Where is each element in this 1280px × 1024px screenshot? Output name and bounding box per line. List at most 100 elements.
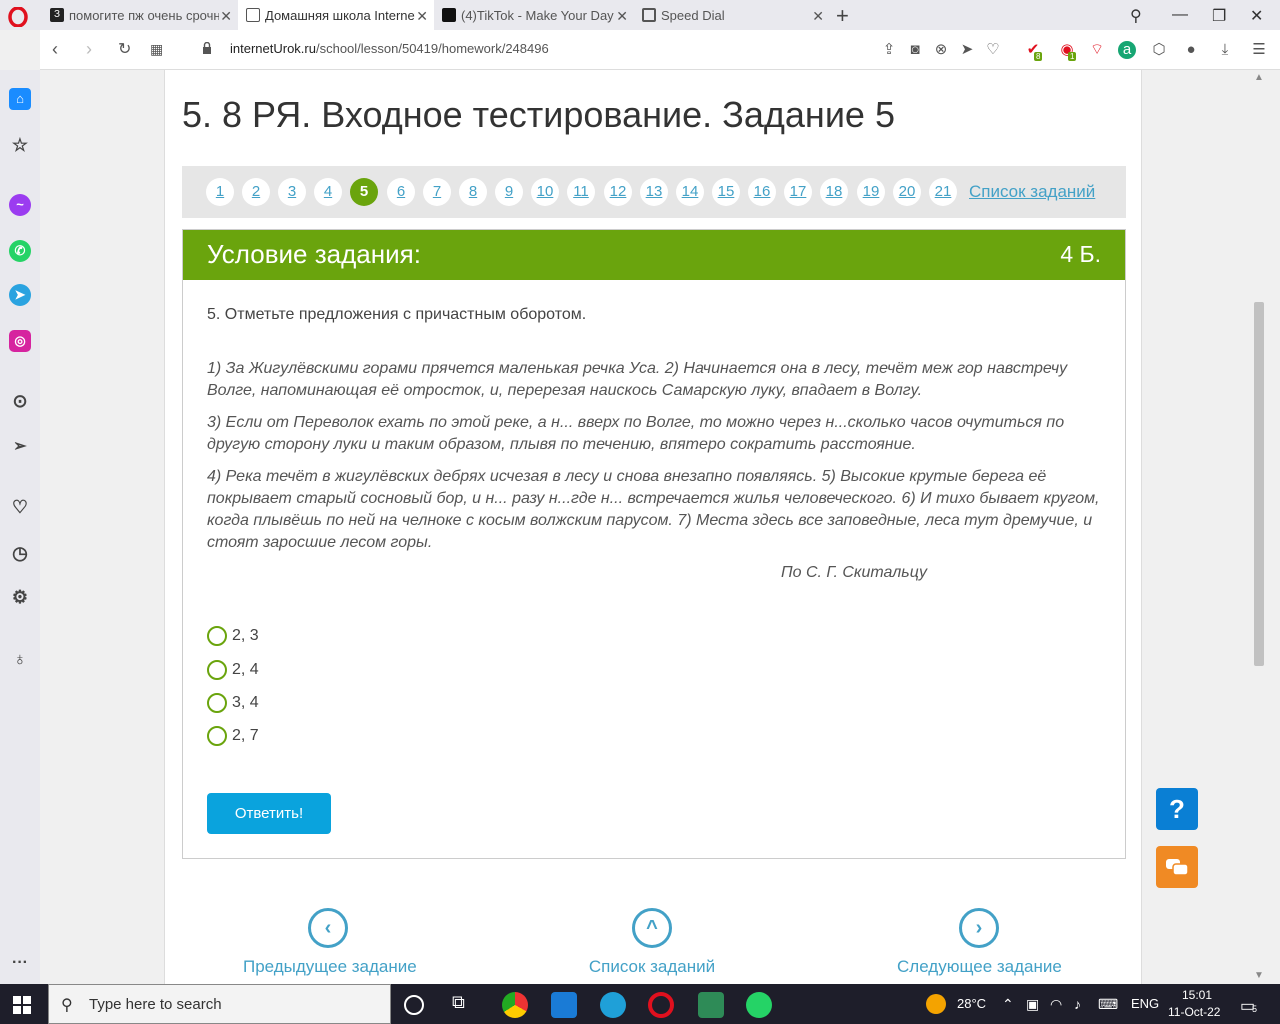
pager-item-14[interactable]: 14: [676, 178, 704, 206]
tab-3[interactable]: (4)TikTok - Make Your Day ✕: [434, 0, 634, 30]
chrome-icon[interactable]: [502, 992, 528, 1018]
pager-item-19[interactable]: 19: [857, 178, 885, 206]
scrollbar-thumb[interactable]: [1254, 302, 1264, 666]
whatsapp-taskbar-icon[interactable]: [746, 992, 772, 1018]
submit-answer-button[interactable]: Ответить!: [207, 793, 331, 834]
answer-option-3[interactable]: 3, 4: [207, 692, 259, 714]
next-task-link[interactable]: Следующее задание: [897, 957, 1062, 977]
next-task-nav[interactable]: › Следующее задание: [897, 908, 1062, 977]
tabs-grid-icon[interactable]: ▦: [150, 41, 163, 58]
more-dots-icon[interactable]: ···: [9, 952, 31, 974]
share-icon[interactable]: ⇪: [880, 41, 898, 59]
chevron-left-icon[interactable]: ‹: [308, 908, 348, 948]
pager-item-8[interactable]: 8: [459, 178, 487, 206]
pager-item-2[interactable]: 2: [242, 178, 270, 206]
reload-button[interactable]: ↻: [118, 39, 131, 59]
radio-button[interactable]: [207, 660, 227, 680]
pager-item-18[interactable]: 18: [820, 178, 848, 206]
profile-icon[interactable]: ●: [1182, 41, 1200, 59]
flow-icon[interactable]: ➢: [9, 436, 31, 458]
radio-button[interactable]: [207, 693, 227, 713]
scroll-down-icon[interactable]: ▼: [1254, 970, 1264, 981]
tab-2[interactable]: Домашняя школа Internet ✕: [238, 0, 434, 30]
close-icon[interactable]: ✕: [220, 8, 232, 25]
pager-item-17[interactable]: 17: [784, 178, 812, 206]
chevron-up-icon[interactable]: ^: [632, 908, 672, 948]
settings-gear-icon[interactable]: ⚙: [9, 586, 31, 608]
task-view-icon[interactable]: ⧉: [452, 992, 478, 1018]
pager-item-16[interactable]: 16: [748, 178, 776, 206]
minimize-button[interactable]: —: [1172, 6, 1188, 24]
download-icon[interactable]: ⤓: [1216, 41, 1234, 59]
chat-button[interactable]: [1156, 846, 1198, 888]
pager-item-3[interactable]: 3: [278, 178, 306, 206]
lock-icon[interactable]: [202, 42, 212, 54]
whatsapp-icon[interactable]: ✆: [9, 240, 31, 262]
grammarly-icon[interactable]: a: [1118, 41, 1136, 59]
app-icon[interactable]: [698, 992, 724, 1018]
speed-dial-star-icon[interactable]: ☆: [9, 134, 31, 156]
chevron-right-icon[interactable]: ›: [959, 908, 999, 948]
pager-item-6[interactable]: 6: [387, 178, 415, 206]
answer-option-2[interactable]: 2, 4: [207, 659, 259, 681]
file-explorer-icon[interactable]: [551, 992, 577, 1018]
heart-icon[interactable]: ♡: [984, 41, 1002, 59]
answer-option-1[interactable]: 2, 3: [207, 625, 259, 647]
help-button[interactable]: ?: [1156, 788, 1198, 830]
opera-taskbar-icon[interactable]: [648, 992, 674, 1018]
pager-item-13[interactable]: 13: [640, 178, 668, 206]
tips-bulb-icon[interactable]: ♁: [9, 648, 31, 670]
pager-item-5-active[interactable]: 5: [350, 178, 378, 206]
pager-item-9[interactable]: 9: [495, 178, 523, 206]
taskbar-search[interactable]: ⚲ Type here to search: [48, 984, 391, 1024]
task-list-link[interactable]: Список заданий: [969, 182, 1095, 202]
keyboard-icon[interactable]: ⌨: [1098, 996, 1118, 1013]
edge-icon[interactable]: [600, 992, 626, 1018]
pager-item-7[interactable]: 7: [423, 178, 451, 206]
cortana-icon[interactable]: [404, 995, 424, 1015]
close-window-button[interactable]: ✕: [1250, 6, 1263, 26]
tab-search-icon[interactable]: ⚲: [1130, 6, 1142, 26]
instagram-icon[interactable]: ◎: [9, 330, 31, 352]
player-icon[interactable]: ⊙: [9, 390, 31, 412]
tray-app-icon[interactable]: ▣: [1026, 996, 1039, 1013]
pager-item-15[interactable]: 15: [712, 178, 740, 206]
messenger-icon[interactable]: ~: [9, 194, 31, 216]
adblock-icon[interactable]: ⊗: [932, 41, 950, 59]
bookmarks-heart-icon[interactable]: ♡: [9, 496, 31, 518]
list-task-nav[interactable]: ^ Список заданий: [577, 908, 727, 977]
back-button[interactable]: ‹: [52, 39, 58, 60]
forward-button[interactable]: ›: [86, 39, 92, 60]
prev-task-nav[interactable]: ‹ Предыдущее задание: [243, 908, 417, 977]
history-icon[interactable]: ◷: [9, 542, 31, 564]
pager-item-12[interactable]: 12: [604, 178, 632, 206]
weather-icon[interactable]: [926, 994, 946, 1014]
tray-chevron-icon[interactable]: ⌃: [1002, 996, 1014, 1013]
vpn-icon[interactable]: ⌔: [1088, 41, 1106, 59]
wifi-icon[interactable]: ◠: [1050, 996, 1062, 1013]
camera-icon[interactable]: ◙: [906, 41, 924, 59]
pager-item-1[interactable]: 1: [206, 178, 234, 206]
language-indicator[interactable]: ENG: [1131, 996, 1159, 1011]
pager-item-21[interactable]: 21: [929, 178, 957, 206]
restore-button[interactable]: ❐: [1212, 6, 1226, 26]
telegram-icon[interactable]: ➤: [9, 284, 31, 306]
menu-icon[interactable]: ☰: [1250, 41, 1268, 59]
windows-start-icon[interactable]: [13, 996, 31, 1014]
task-list-bottom-link[interactable]: Список заданий: [577, 957, 727, 977]
prev-task-link[interactable]: Предыдущее задание: [243, 957, 417, 977]
close-icon[interactable]: ✕: [812, 8, 824, 25]
cube-icon[interactable]: ⬡: [1150, 41, 1168, 59]
page-scrollbar[interactable]: ▲ ▼: [1252, 70, 1266, 984]
close-icon[interactable]: ✕: [616, 8, 628, 25]
clock-date[interactable]: 11-Oct-22: [1168, 1005, 1220, 1019]
new-tab-button[interactable]: +: [836, 3, 849, 29]
home-icon[interactable]: ⌂: [9, 88, 31, 110]
send-icon[interactable]: ➤: [958, 41, 976, 59]
weather-temp[interactable]: 28°C: [957, 996, 986, 1011]
pager-item-10[interactable]: 10: [531, 178, 559, 206]
answer-option-4[interactable]: 2, 7: [207, 725, 259, 747]
clock-time[interactable]: 15:01: [1182, 988, 1212, 1002]
pager-item-11[interactable]: 11: [567, 178, 595, 206]
scroll-up-icon[interactable]: ▲: [1254, 72, 1264, 83]
